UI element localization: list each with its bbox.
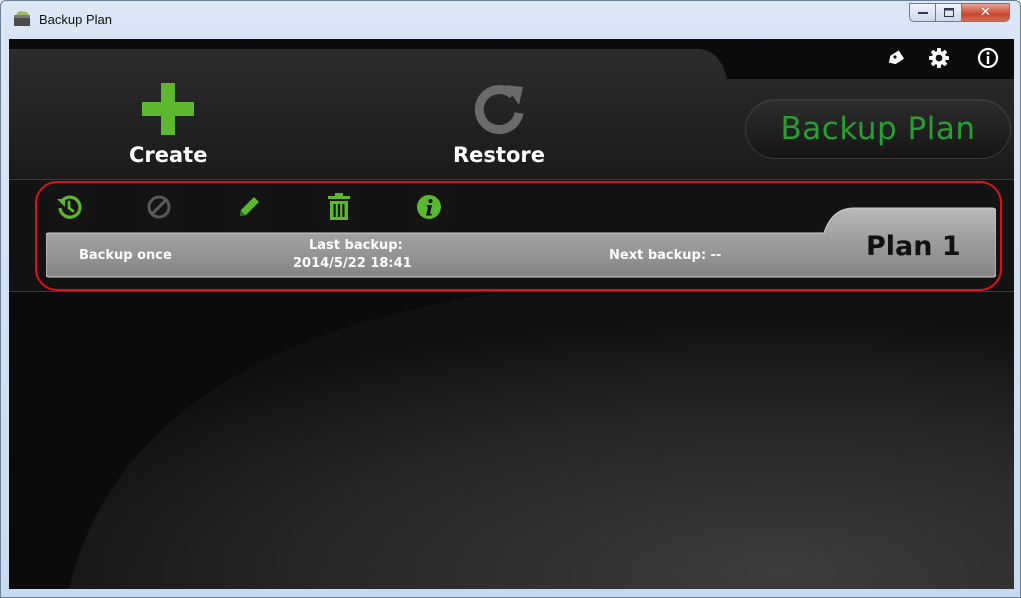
title-bar[interactable]: Backup Plan ✕	[1, 1, 1020, 39]
divider-top	[9, 179, 1014, 180]
maximize-button[interactable]	[936, 3, 962, 22]
info-icon[interactable]	[975, 45, 1001, 71]
restore-label: Restore	[453, 143, 545, 167]
restore-button[interactable]: Restore	[453, 79, 545, 167]
create-label: Create	[129, 143, 208, 167]
gear-icon[interactable]	[926, 45, 952, 71]
app-icon	[14, 11, 30, 26]
restore-icon	[474, 85, 524, 135]
maximize-icon	[943, 8, 954, 17]
window-title: Backup Plan	[39, 12, 112, 27]
brand-logo: Backup Plan	[745, 99, 1011, 159]
app-content: Create Restore Backup Plan Backup once L…	[9, 39, 1014, 589]
selection-highlight	[35, 181, 1002, 291]
divider-bottom	[9, 291, 1014, 292]
close-icon: ✕	[980, 5, 991, 20]
app-window: Backup Plan ✕ Create Restore Backup Plan…	[0, 0, 1021, 598]
tag-icon[interactable]	[883, 45, 909, 71]
create-button[interactable]: Create	[129, 79, 207, 167]
minimize-icon	[917, 11, 928, 14]
brand-label: Backup Plan	[780, 111, 976, 147]
close-button[interactable]: ✕	[962, 3, 1010, 22]
plus-icon	[142, 83, 195, 135]
minimize-button[interactable]	[909, 3, 936, 22]
